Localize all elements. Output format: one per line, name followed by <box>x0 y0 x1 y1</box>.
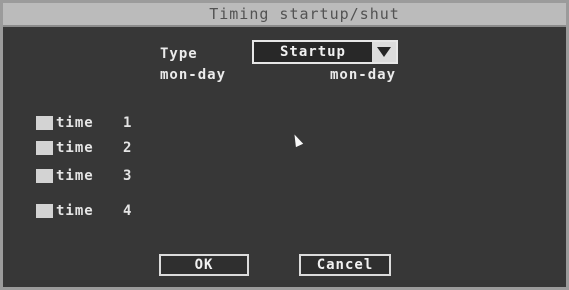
title-bar: Timing startup/shut <box>3 3 566 27</box>
type-select[interactable]: Startup <box>252 40 398 64</box>
type-label: Type <box>160 46 198 62</box>
mouse-pointer-icon <box>290 132 304 148</box>
time-4-checkbox[interactable] <box>36 204 53 218</box>
time-3-index: 3 <box>123 168 132 184</box>
type-select-value: Startup <box>254 42 374 62</box>
time-2-checkbox[interactable] <box>36 141 53 155</box>
range-end-label: mon-day <box>330 67 397 83</box>
time-3-label: time <box>56 168 94 184</box>
time-1-index: 1 <box>123 115 132 131</box>
chevron-down-icon <box>377 47 391 57</box>
timing-startup-shut-dialog: Timing startup/shut Type Startup mon-day… <box>0 0 569 290</box>
time-4-label: time <box>56 203 94 219</box>
dialog-title: Timing startup/shut <box>209 5 400 23</box>
time-2-index: 2 <box>123 140 132 156</box>
time-2-label: time <box>56 140 94 156</box>
ok-button[interactable]: OK <box>159 254 249 276</box>
time-3-checkbox[interactable] <box>36 169 53 183</box>
time-4-index: 4 <box>123 203 132 219</box>
time-1-label: time <box>56 115 94 131</box>
type-dropdown-button[interactable] <box>372 42 396 62</box>
cancel-button[interactable]: Cancel <box>299 254 391 276</box>
range-start-label: mon-day <box>160 67 227 83</box>
time-1-checkbox[interactable] <box>36 116 53 130</box>
